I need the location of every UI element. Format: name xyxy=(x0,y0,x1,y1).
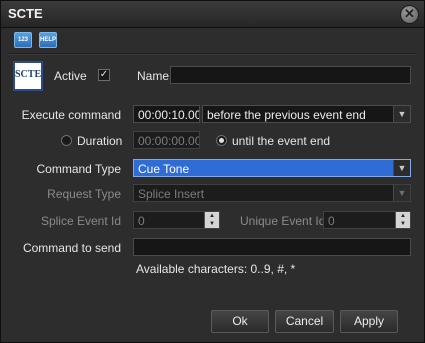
scte-logo-text: SCTE xyxy=(15,69,42,80)
apply-button[interactable]: Apply xyxy=(340,310,398,333)
active-checkbox[interactable]: ✓ xyxy=(98,69,110,81)
command-to-send-label: Command to send xyxy=(22,241,121,255)
cancel-button[interactable]: Cancel xyxy=(275,310,334,333)
scte-logo: SCTE xyxy=(13,61,43,91)
spinner-icon[interactable]: ▲ ▼ xyxy=(395,212,410,228)
request-type-value: Splice Insert xyxy=(138,187,205,201)
until-event-end-radio[interactable] xyxy=(216,135,227,146)
title-bar[interactable]: SCTE ✕ xyxy=(1,1,424,28)
command-type-value: Cue Tone xyxy=(138,162,190,176)
execute-time-input[interactable]: 00:00:10.00 xyxy=(133,105,200,123)
name-label: Name xyxy=(137,69,170,83)
request-type-label: Request Type xyxy=(47,187,121,201)
available-characters-hint: Available characters: 0..9, #, * xyxy=(136,262,296,276)
until-event-end-label: until the event end xyxy=(232,134,331,148)
active-label: Active xyxy=(54,69,87,83)
command-type-label: Command Type xyxy=(36,162,122,176)
chevron-down-icon[interactable]: ▼ xyxy=(393,106,410,122)
unique-event-id-input[interactable]: 0 ▲ ▼ xyxy=(323,211,411,229)
splice-event-id-label: Splice Event Id xyxy=(40,214,121,228)
help-icon[interactable]: HELP xyxy=(39,32,57,48)
command-to-send-input[interactable] xyxy=(133,238,411,256)
request-type-select[interactable]: Splice Insert ▼ xyxy=(133,184,411,202)
splice-event-id-value: 0 xyxy=(138,214,145,228)
numbers-icon[interactable]: 123 xyxy=(14,32,32,48)
chevron-down-icon[interactable]: ▼ xyxy=(393,160,410,176)
toolbar-divider xyxy=(9,53,416,55)
spinner-icon[interactable]: ▲ ▼ xyxy=(204,212,219,228)
splice-event-id-input[interactable]: 0 ▲ ▼ xyxy=(133,211,220,229)
window-title: SCTE xyxy=(8,6,43,21)
chevron-down-icon[interactable]: ▼ xyxy=(393,185,410,201)
execute-command-label: Execute command xyxy=(21,108,121,122)
unique-event-id-value: 0 xyxy=(328,214,335,228)
duration-input[interactable]: 00:00:00.00 xyxy=(133,131,200,149)
command-type-select[interactable]: Cue Tone ▼ xyxy=(133,159,411,177)
duration-radio[interactable] xyxy=(61,135,72,146)
name-input[interactable] xyxy=(170,66,411,84)
ok-button[interactable]: Ok xyxy=(211,310,269,333)
scte-dialog: SCTE ✕ 123 HELP SCTE Active ✓ Name Execu… xyxy=(0,0,425,343)
execute-relation-select[interactable]: before the previous event end ▼ xyxy=(202,105,411,123)
execute-relation-value: before the previous event end xyxy=(207,108,366,122)
duration-label: Duration xyxy=(77,134,123,148)
unique-event-id-label: Unique Event Id xyxy=(240,214,326,228)
close-icon[interactable]: ✕ xyxy=(400,5,419,24)
